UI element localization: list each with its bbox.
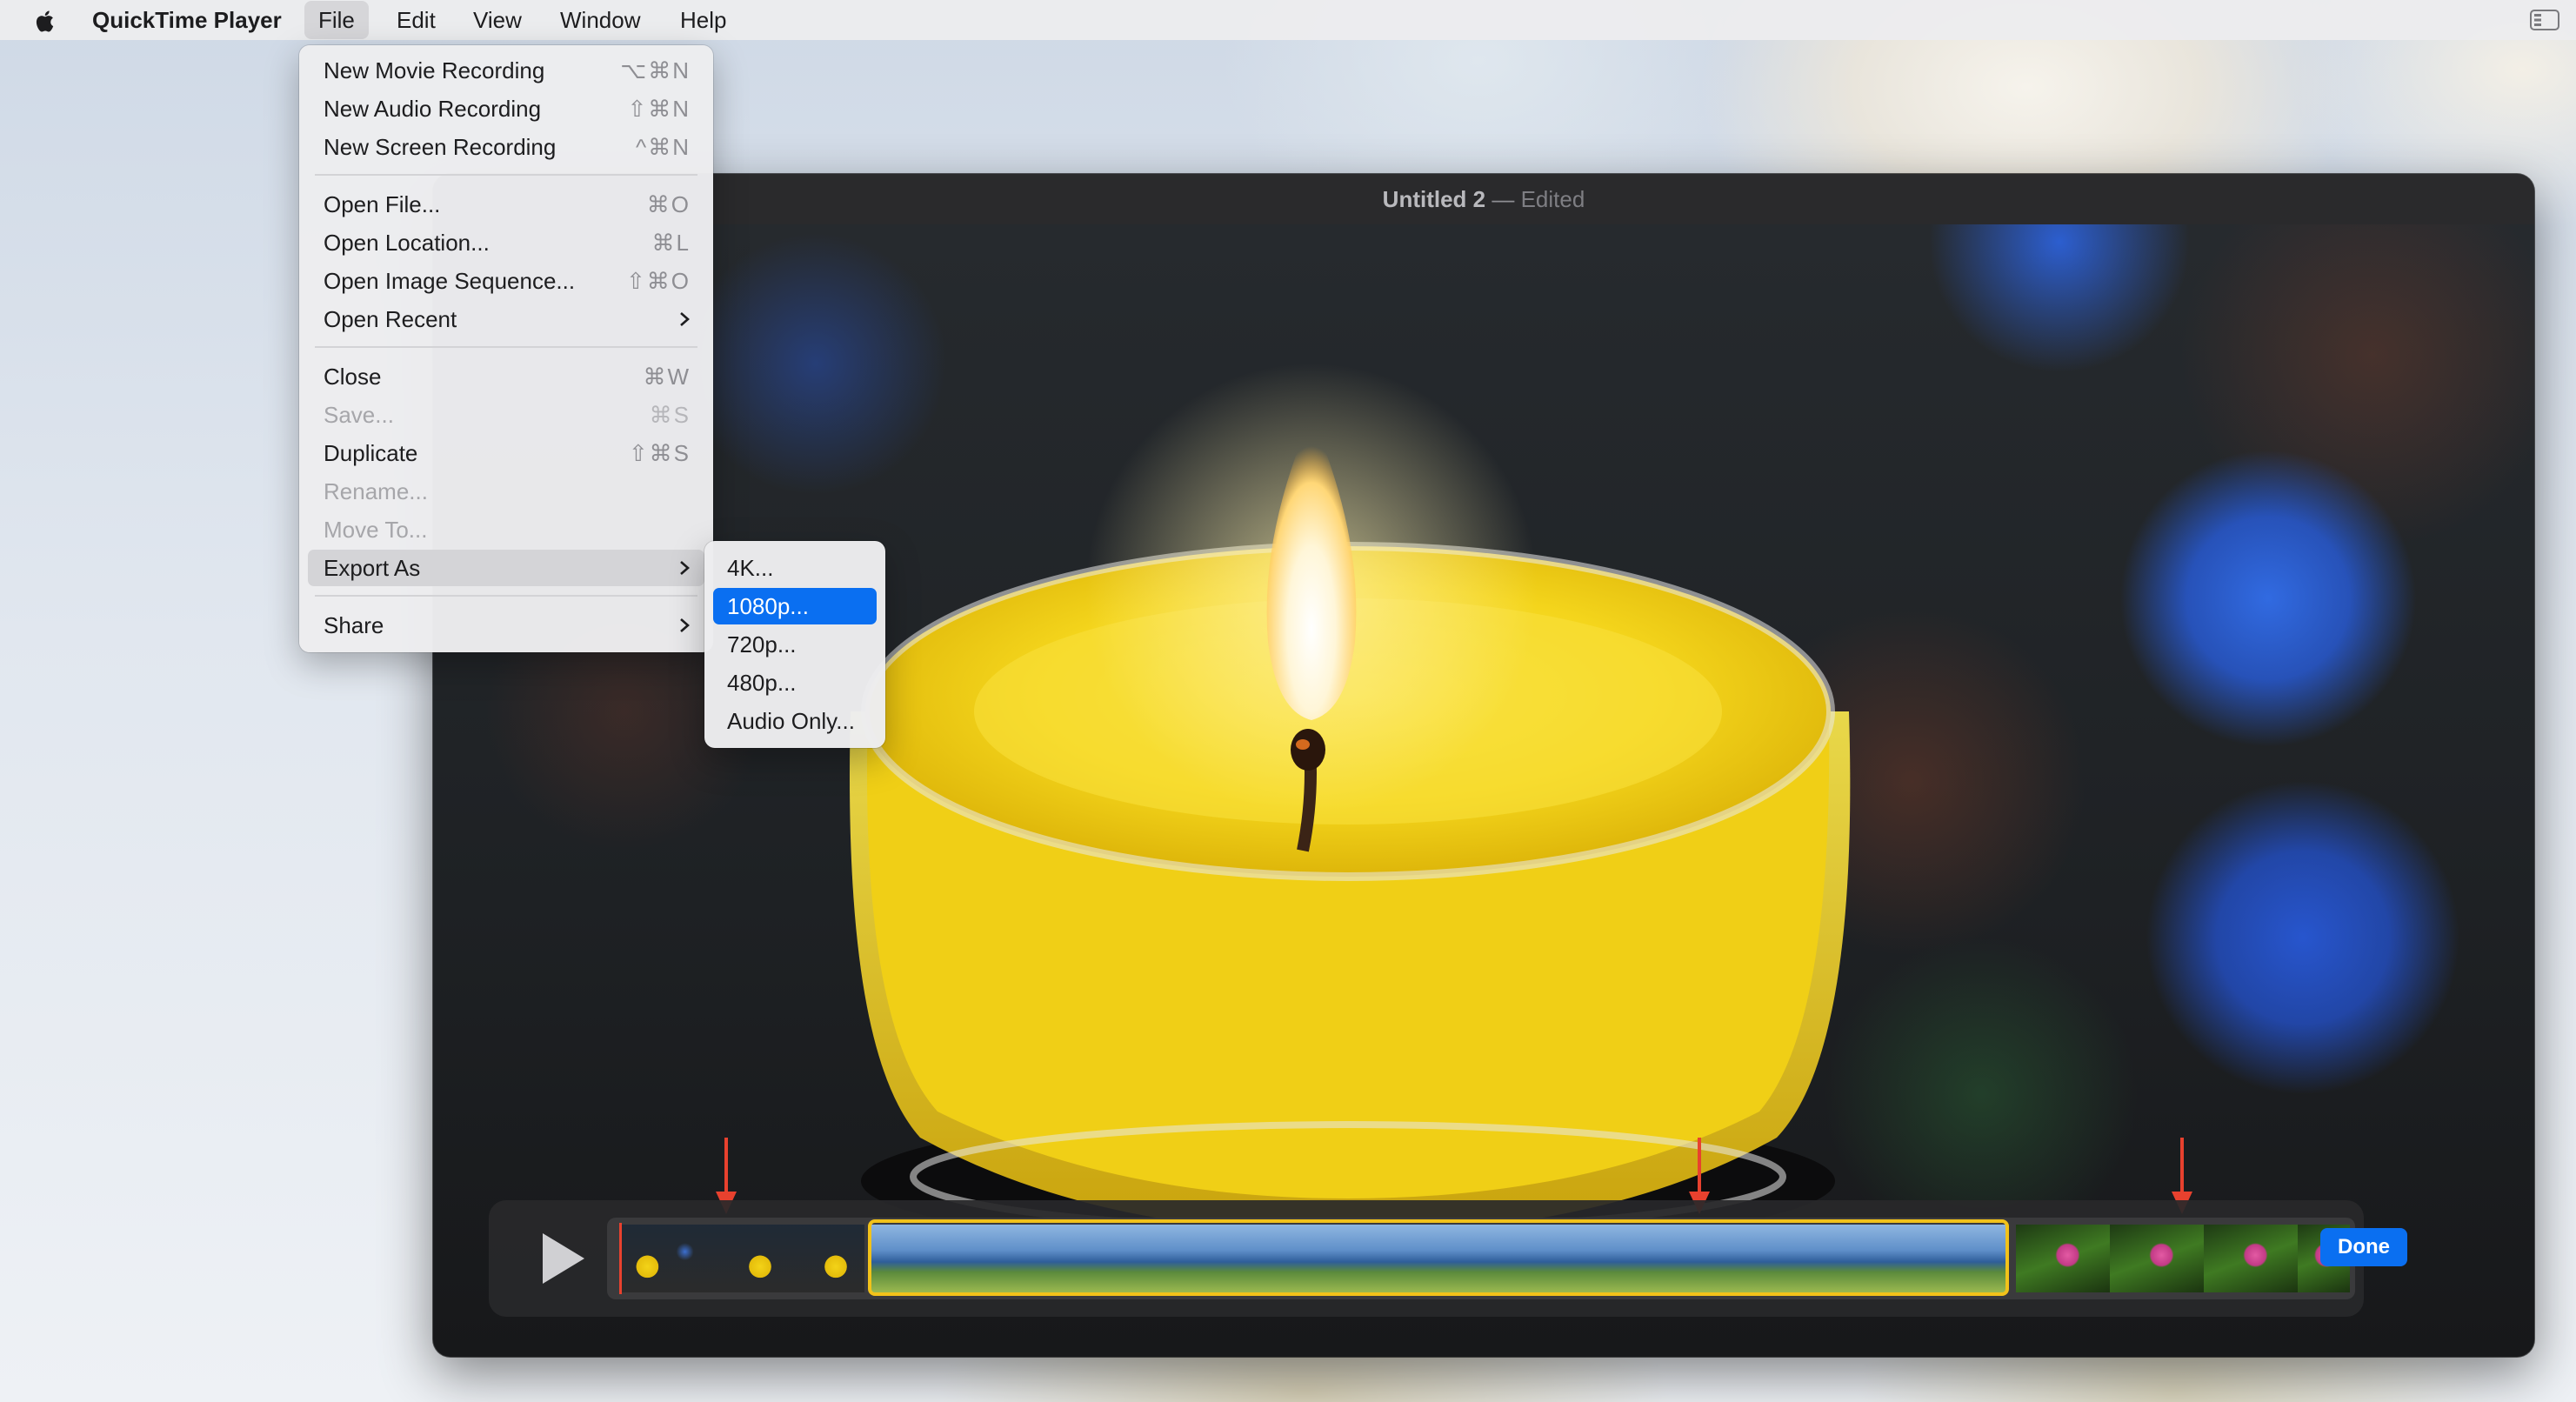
export-480p[interactable]: 480p... bbox=[713, 664, 877, 701]
shortcut-label: ⌥⌘N bbox=[620, 57, 691, 83]
window-title: Untitled 2 bbox=[1382, 186, 1486, 212]
apple-icon[interactable] bbox=[31, 7, 59, 35]
edit-menu-title[interactable]: Edit bbox=[397, 0, 436, 40]
filmstrip[interactable] bbox=[607, 1218, 2355, 1299]
menu-item-export-as[interactable]: Export As bbox=[308, 550, 704, 586]
menu-item-new-audio-recording[interactable]: New Audio Recording ⇧⌘N bbox=[308, 90, 704, 127]
menu-item-open-location[interactable]: Open Location... ⌘L bbox=[308, 224, 704, 261]
clip-thumbnail bbox=[2204, 1225, 2298, 1292]
clip-thumbnail bbox=[807, 1225, 864, 1292]
menu-item-share[interactable]: Share bbox=[308, 607, 704, 644]
export-4k[interactable]: 4K... bbox=[713, 550, 877, 586]
shortcut-label: ⇧⌘S bbox=[628, 440, 691, 466]
title-separator: — bbox=[1492, 186, 1515, 212]
window-menu-title[interactable]: Window bbox=[560, 0, 640, 40]
file-menu-title[interactable]: File bbox=[304, 1, 369, 39]
shortcut-label: ⌘L bbox=[651, 230, 691, 256]
help-menu-title[interactable]: Help bbox=[680, 0, 726, 40]
shortcut-label: ⇧⌘O bbox=[625, 268, 691, 294]
file-menu: New Movie Recording ⌥⌘N New Audio Record… bbox=[299, 45, 713, 652]
playhead[interactable] bbox=[619, 1223, 622, 1294]
menu-item-new-screen-recording[interactable]: New Screen Recording ^⌘N bbox=[308, 129, 704, 165]
export-720p[interactable]: 720p... bbox=[713, 626, 877, 663]
menu-item-open-recent[interactable]: Open Recent bbox=[308, 301, 704, 337]
menu-item-new-movie-recording[interactable]: New Movie Recording ⌥⌘N bbox=[308, 52, 704, 89]
clip-thumbnail bbox=[619, 1225, 713, 1292]
menu-item-save: Save... ⌘S bbox=[308, 397, 704, 433]
window-titlebar: Untitled 2 — Edited bbox=[433, 174, 2534, 225]
clip-thumbnail bbox=[713, 1225, 807, 1292]
shortcut-label: ⌘S bbox=[649, 402, 691, 428]
menu-separator bbox=[315, 346, 697, 348]
menu-separator bbox=[315, 174, 697, 176]
menu-item-open-image-sequence[interactable]: Open Image Sequence... ⇧⌘O bbox=[308, 263, 704, 299]
clip-thumbnail bbox=[2110, 1225, 2204, 1292]
shortcut-label: ⌘O bbox=[646, 191, 691, 217]
menu-bar: QuickTime Player File Edit View Window H… bbox=[0, 0, 2576, 40]
chevron-right-icon bbox=[680, 618, 690, 632]
shortcut-label: ⇧⌘N bbox=[627, 96, 691, 122]
menu-item-open-file[interactable]: Open File... ⌘O bbox=[308, 186, 704, 223]
clip-thumbnail bbox=[2016, 1225, 2110, 1292]
video-frame[interactable] bbox=[433, 224, 2534, 1357]
view-menu-title[interactable]: View bbox=[473, 0, 522, 40]
edited-status: Edited bbox=[1520, 186, 1585, 212]
player-window: Untitled 2 — Edited Done bbox=[433, 174, 2534, 1357]
menu-item-move-to: Move To... bbox=[324, 517, 428, 543]
export-as-submenu: 4K... 1080p... 720p... 480p... Audio Onl… bbox=[704, 541, 885, 748]
trim-bar bbox=[489, 1200, 2364, 1317]
export-1080p[interactable]: 1080p... bbox=[713, 588, 877, 624]
menu-item-duplicate[interactable]: Duplicate ⇧⌘S bbox=[308, 435, 704, 471]
shortcut-label: ⌘W bbox=[643, 364, 691, 390]
chevron-right-icon bbox=[680, 312, 690, 326]
chevron-right-icon bbox=[680, 561, 690, 575]
control-center-icon[interactable] bbox=[2529, 9, 2560, 31]
shortcut-label: ^⌘N bbox=[636, 134, 691, 160]
export-audio-only[interactable]: Audio Only... bbox=[713, 703, 877, 739]
candle-image bbox=[850, 364, 1851, 1251]
done-button[interactable]: Done bbox=[2320, 1228, 2407, 1266]
menu-item-close[interactable]: Close ⌘W bbox=[308, 358, 704, 395]
menu-separator bbox=[315, 595, 697, 597]
selected-clip[interactable] bbox=[868, 1219, 2009, 1296]
menu-item-rename: Rename... bbox=[324, 478, 428, 504]
app-menu[interactable]: QuickTime Player bbox=[92, 0, 282, 40]
play-icon[interactable] bbox=[524, 1226, 593, 1291]
